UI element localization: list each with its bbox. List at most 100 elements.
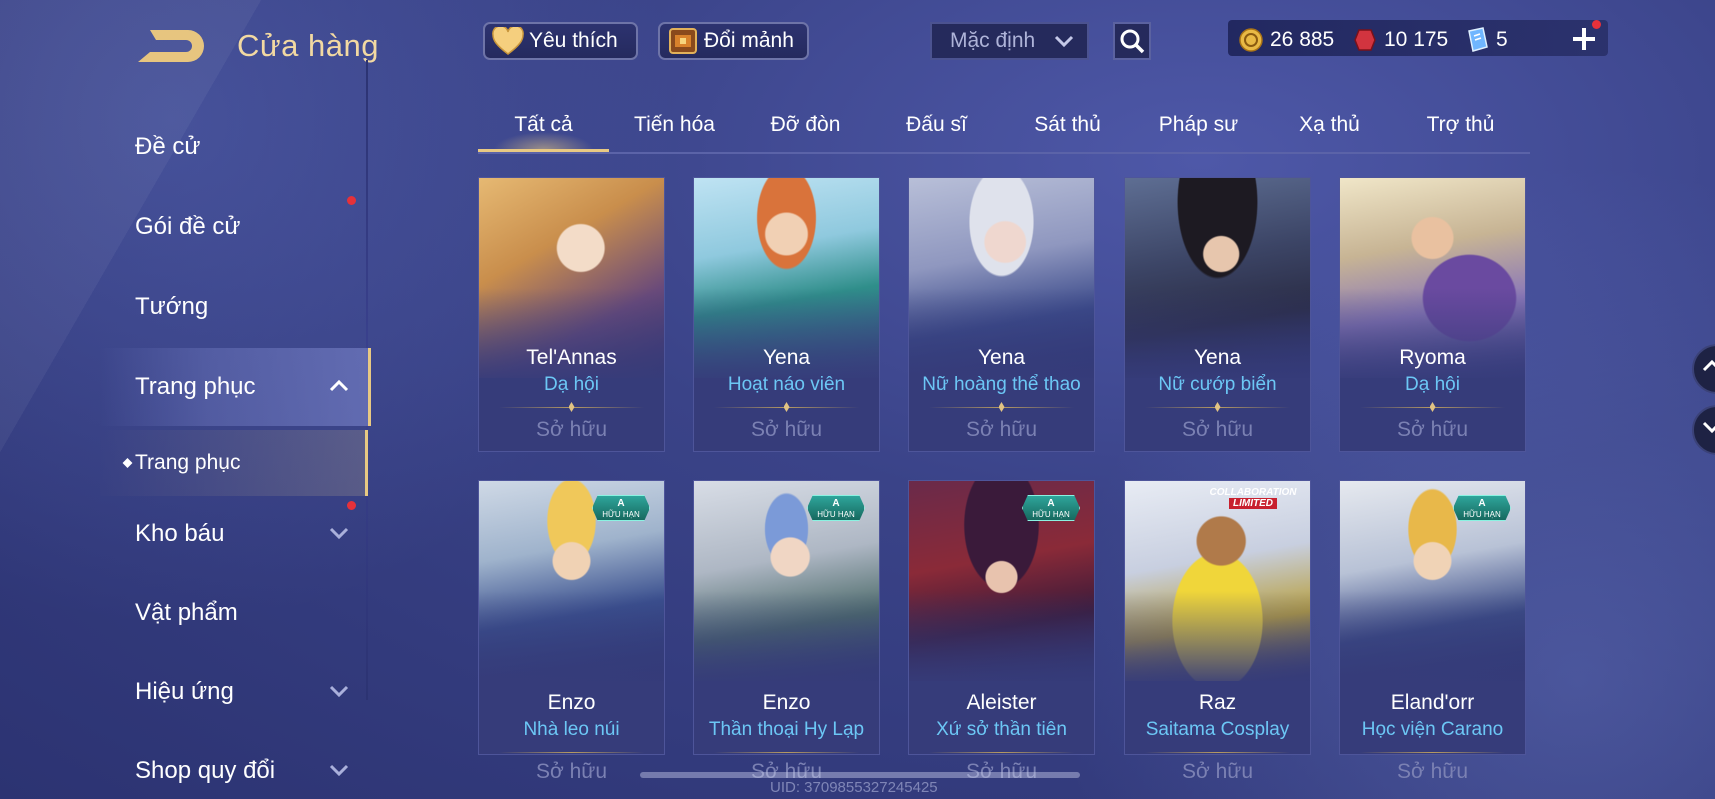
heart-icon [491,25,525,57]
user-id: UID: 3709855327245425 [770,779,938,796]
hero-name: Enzo [762,691,811,714]
skin-name: Thần thoại Hy Lạp [708,719,865,740]
page-title: Cửa hàng [237,28,379,63]
red-gem-icon [1352,27,1378,53]
skin-card[interactable]: Yena Nữ hoàng thể thao Sở hữu [908,177,1095,452]
badge-text: HỮU HẠN [602,510,640,519]
limited-badge: A HỮU HẠN [1022,495,1080,521]
tab-tank[interactable]: Đỡ đòn [740,100,871,150]
tab-all[interactable]: Tất cả [478,100,609,152]
category-tabs: Tất cả Tiến hóa Đỡ đòn Đấu sĩ Sát thủ Ph… [478,100,1530,154]
hero-name: Enzo [547,691,596,714]
notification-dot [347,196,356,205]
limited-badge: A HỮU HẠN [1453,495,1511,521]
divider [1145,752,1290,753]
divider [714,752,859,753]
sidebar-item-label: Trang phục [135,373,256,400]
gold-amount: 26 885 [1270,28,1335,51]
chevron-down-icon [1053,31,1075,57]
notification-dot [1592,20,1601,29]
tab-support[interactable]: Trợ thủ [1395,100,1526,150]
skin-artwork [1125,481,1310,681]
skin-card[interactable]: A HỮU HẠN Enzo Thần thoại Hy Lạp [693,480,880,755]
sort-select[interactable]: Mặc định [930,22,1089,60]
skin-name: Học viện Carano [1361,719,1504,740]
sidebar-item-label: Đề cử [135,133,201,160]
hero-name: Aleister [966,691,1037,714]
sidebar-item-label: Gói đề cử [135,213,241,240]
sidebar-subitem-label: Trang phục [135,451,241,474]
exchange-fragments-button[interactable]: Đổi mảnh [658,22,809,60]
hero-name: Ryoma [1399,346,1466,369]
ticket-amount: 5 [1496,28,1508,51]
owned-status: Sở hữu [1396,760,1469,783]
tab-warrior[interactable]: Đấu sĩ [871,100,1002,150]
skin-name: Nữ hoàng thể thao [922,374,1081,395]
badge-text: HỮU HẠN [1032,510,1070,519]
owned-status: Sở hữu [1181,760,1254,783]
skin-name: Xứ sở thần tiên [936,719,1067,740]
hero-name: Yena [977,346,1026,369]
chevron-down-icon [1702,421,1715,434]
sidebar-item-label: Vật phẩm [135,599,238,626]
tab-mage[interactable]: Pháp sư [1133,100,1264,150]
skin-card[interactable]: COLLABORATION LIMITED Raz Saitama Cosplay [1124,480,1311,755]
chevron-down-icon [328,520,350,548]
divider-gem-icon [1429,402,1436,412]
chevron-up-icon [1702,359,1715,372]
hero-name: Yena [762,346,811,369]
skin-card[interactable]: A HỮU HẠN Eland'orr Học viện Carano [1339,480,1526,755]
chevron-up-icon [328,373,350,401]
gold-coin-icon [1238,27,1264,53]
scroll-up-button[interactable] [1692,344,1715,394]
hero-name: Eland'orr [1390,691,1475,714]
sidebar-subitem-skins[interactable]: Trang phục [100,430,368,496]
limited-badge: A HỮU HẠN [592,495,650,521]
divider-gem-icon [783,402,790,412]
tab-evolution[interactable]: Tiến hóa [609,100,740,150]
badge-tier: A [1478,498,1486,509]
sidebar-item-items[interactable]: Vật phẩm [0,574,368,652]
search-button[interactable] [1113,22,1151,60]
back-button[interactable] [130,26,206,68]
sidebar-item-exchange-shop[interactable]: Shop quy đổi [0,732,368,799]
skin-card[interactable]: Yena Hoạt náo viên Sở hữu [693,177,880,452]
skin-card[interactable]: Tel'Annas Dạ hội Sở hữu [478,177,665,452]
sidebar-item-heroes[interactable]: Tướng [0,268,368,346]
sidebar-item-label: Tướng [135,293,209,320]
skin-card[interactable]: Ryoma Dạ hội Sở hữu [1339,177,1526,452]
badge-tier: A [1047,498,1055,509]
chevron-down-icon [328,678,350,706]
skin-card[interactable]: A HỮU HẠN Enzo Nhà leo núi [478,480,665,755]
ticket-currency: 5 [1464,27,1508,53]
limited-badge: A HỮU HẠN [807,495,865,521]
badge-text: HỮU HẠN [1463,510,1501,519]
skin-card[interactable]: Yena Nữ cướp biển Sở hữu [1124,177,1311,452]
sidebar-item-effects[interactable]: Hiệu ứng [0,653,368,731]
owned-status: Sở hữu [1181,418,1254,441]
divider [929,752,1074,753]
divider [499,752,644,753]
scroll-down-button[interactable] [1692,405,1715,455]
sidebar-item-recommended-packs[interactable]: Gói đề cử [0,188,368,266]
sidebar-item-recommended[interactable]: Đề cử [0,108,368,186]
owned-status: Sở hữu [1396,418,1469,441]
divider-gem-icon [998,402,1005,412]
collaboration-limited-badge: COLLABORATION LIMITED [1198,487,1308,511]
hero-name: Tel'Annas [526,346,617,369]
sidebar-item-skins[interactable]: Trang phục [100,348,371,426]
tab-marksman[interactable]: Xạ thủ [1264,100,1395,150]
badge-tier: A [617,498,625,509]
skin-card[interactable]: A HỮU HẠN Aleister Xứ sở thần tiên [908,480,1095,755]
collab-line2: LIMITED [1229,498,1277,509]
skin-name: Hoạt náo viên [727,374,846,395]
divider-gem-icon [568,402,575,412]
sidebar-item-label: Kho báu [135,520,225,547]
tab-assassin[interactable]: Sát thủ [1002,100,1133,150]
sidebar-item-label: Shop quy đổi [135,757,276,784]
collab-line1: COLLABORATION [1209,487,1297,498]
horizontal-scrollbar[interactable] [640,772,1080,778]
sidebar-item-treasure[interactable]: Kho báu [0,495,368,573]
hero-name: Raz [1198,691,1237,714]
favorites-button[interactable]: Yêu thích [483,22,638,60]
